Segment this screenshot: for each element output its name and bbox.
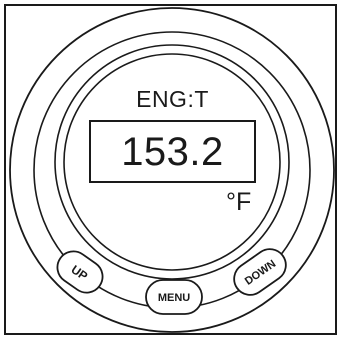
unit-label: °F	[226, 188, 252, 216]
mode-label: ENG:T	[136, 86, 209, 112]
up-button[interactable]: UP	[51, 245, 109, 299]
menu-button-label: MENU	[158, 292, 190, 304]
reading-value: 153.2	[121, 129, 224, 174]
menu-button[interactable]: MENU	[145, 279, 203, 315]
reading-display: 153.2	[89, 120, 256, 183]
